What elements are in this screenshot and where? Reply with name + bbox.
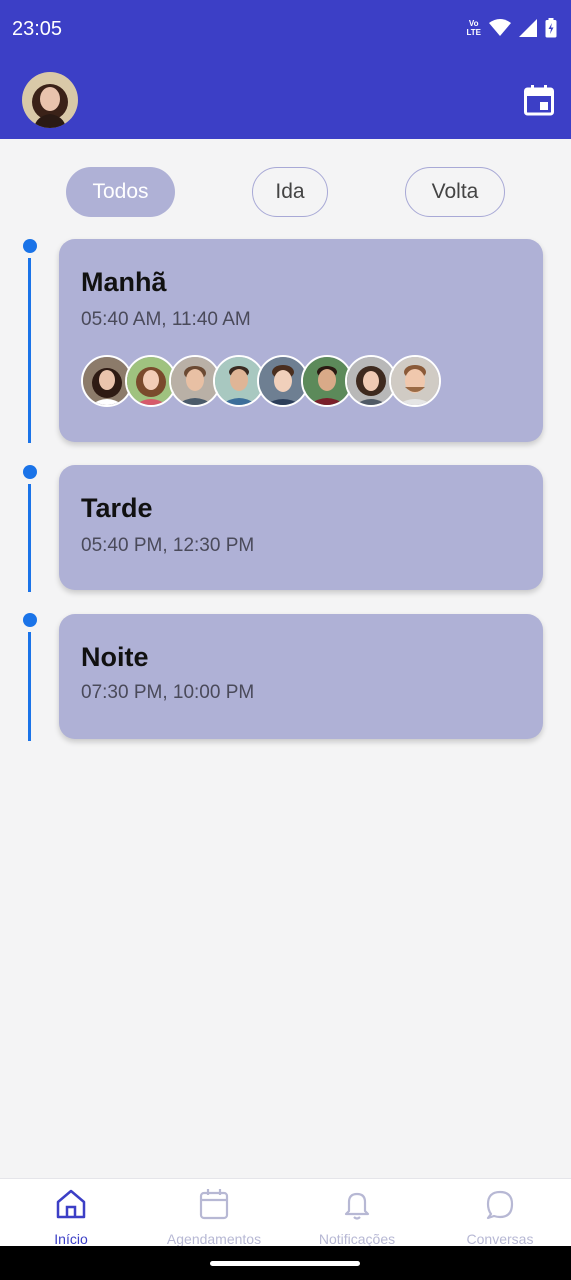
filter-ida[interactable]: Ida xyxy=(252,167,328,217)
passenger-avatars xyxy=(81,355,441,407)
nav-label: Início xyxy=(54,1231,88,1247)
filter-label: Volta xyxy=(431,180,479,203)
nav-conversas[interactable]: Conversas xyxy=(429,1179,571,1247)
period-times: 05:40 PM, 12:30 PM xyxy=(81,535,255,556)
calendar-icon[interactable] xyxy=(524,84,554,116)
period-title: Tarde xyxy=(81,493,153,523)
nav-inicio[interactable]: Início xyxy=(0,1179,142,1247)
bottom-navigation: Início Agendamentos Notificações Convers… xyxy=(0,1178,571,1247)
status-icons: Vo LTE xyxy=(466,18,557,38)
period-card-manha[interactable]: Manhã 05:40 AM, 11:40 AM xyxy=(59,239,543,442)
timeline-dot xyxy=(23,239,37,253)
battery-icon xyxy=(545,18,557,38)
period-times: 05:40 AM, 11:40 AM xyxy=(81,309,251,330)
nav-label: Conversas xyxy=(466,1231,534,1247)
bell-icon xyxy=(344,1192,370,1220)
gesture-bar xyxy=(0,1246,571,1280)
filter-volta[interactable]: Volta xyxy=(405,167,505,217)
nav-label: Agendamentos xyxy=(166,1231,262,1247)
wifi-icon xyxy=(489,19,511,36)
period-title: Manhã xyxy=(81,267,167,297)
profile-avatar[interactable] xyxy=(22,72,78,128)
home-gesture-handle[interactable] xyxy=(210,1261,360,1266)
period-card-tarde[interactable]: Tarde 05:40 PM, 12:30 PM xyxy=(59,465,543,590)
passenger-avatar xyxy=(389,355,441,407)
timeline-dot xyxy=(23,465,37,479)
nav-agendamentos[interactable]: Agendamentos xyxy=(143,1179,285,1247)
filter-todos[interactable]: Todos xyxy=(66,167,175,217)
filter-label: Todos xyxy=(92,180,149,203)
period-card-noite[interactable]: Noite 07:30 PM, 10:00 PM xyxy=(59,614,543,739)
timeline-line xyxy=(28,632,31,741)
timeline-line xyxy=(28,484,31,592)
chat-bubble-icon xyxy=(486,1190,514,1220)
nav-notificacoes[interactable]: Notificações xyxy=(286,1179,428,1247)
timeline-line xyxy=(28,258,31,443)
filter-label: Ida xyxy=(275,180,305,203)
timeline-dot xyxy=(23,613,37,627)
period-times: 07:30 PM, 10:00 PM xyxy=(81,682,255,703)
status-time: 23:05 xyxy=(12,18,63,40)
calendar-icon xyxy=(199,1189,229,1220)
period-title: Noite xyxy=(81,642,149,672)
app-header: 23:05 Vo LTE xyxy=(0,0,571,139)
home-icon xyxy=(56,1189,86,1219)
signal-icon xyxy=(519,19,537,37)
volte-icon: Vo LTE xyxy=(466,19,481,37)
nav-label: Notificações xyxy=(318,1231,396,1247)
